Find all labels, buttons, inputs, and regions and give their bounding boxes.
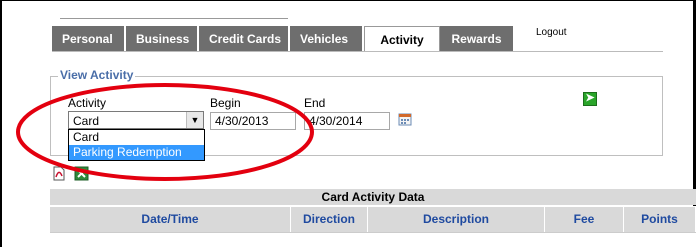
begin-label: Begin — [210, 96, 241, 110]
column-header-datetime[interactable]: Date/Time — [50, 207, 291, 232]
tab-credit-cards[interactable]: Credit Cards — [199, 26, 290, 52]
column-header-fee[interactable]: Fee — [545, 207, 624, 232]
chevron-down-icon[interactable]: ▼ — [186, 112, 203, 128]
tab-business[interactable]: Business — [126, 26, 199, 52]
frame-top — [0, 0, 696, 1]
activity-select-value: Card — [73, 114, 100, 128]
go-arrow-icon[interactable]: ➤ — [583, 92, 597, 106]
table-title: Card Activity Data — [50, 189, 696, 205]
column-header-direction[interactable]: Direction — [291, 207, 368, 232]
column-header-points[interactable]: Points — [624, 207, 696, 232]
option-card[interactable]: Card — [69, 130, 204, 145]
begin-date-input[interactable]: 4/30/2013 — [210, 112, 296, 130]
activity-dropdown-list: Card Parking Redemption — [68, 129, 205, 161]
tab-personal[interactable]: Personal — [52, 26, 126, 52]
tab-rewards[interactable]: Rewards — [440, 26, 515, 52]
table-header: Date/Time Direction Description Fee Poin… — [50, 206, 696, 232]
logout-link[interactable]: Logout — [536, 27, 567, 38]
activity-label: Activity — [68, 96, 107, 110]
end-date-input[interactable]: 4/30/2014 — [304, 112, 390, 130]
tab-activity[interactable]: Activity — [364, 26, 440, 52]
frame-left — [0, 0, 2, 247]
pdf-icon[interactable] — [53, 166, 65, 181]
tab-vehicles[interactable]: Vehicles — [290, 26, 364, 52]
calendar-icon[interactable] — [398, 112, 412, 126]
top-divider — [60, 18, 288, 19]
column-header-description[interactable]: Description — [368, 207, 545, 232]
panel-legend: View Activity — [58, 68, 136, 82]
excel-icon[interactable] — [74, 166, 89, 181]
activity-select[interactable]: Card ▼ — [68, 111, 204, 129]
option-parking-redemption[interactable]: Parking Redemption — [69, 145, 204, 160]
end-label: End — [304, 96, 326, 110]
tab-underline — [52, 51, 663, 52]
table-row — [50, 232, 696, 248]
main-tabs: Personal Business Credit Cards Vehicles … — [52, 26, 515, 52]
